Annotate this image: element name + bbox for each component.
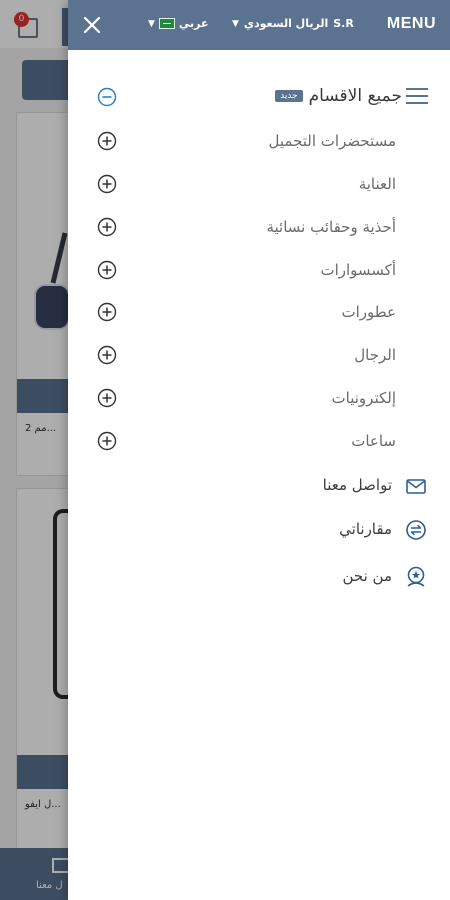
category-label[interactable]: عطورات [341,303,396,321]
expand-plus-icon[interactable] [97,174,117,194]
link-label[interactable]: مقارناتي [339,520,392,538]
all-categories-toggle[interactable]: جميع الاقسام جديد [68,82,450,112]
compare-icon [406,520,426,540]
about-us-link[interactable]: من نحن [68,561,450,591]
category-label[interactable]: أكسسوارات [320,261,396,279]
all-categories-title: جميع الاقسام جديد [275,86,402,106]
category-label[interactable]: العناية [359,175,396,193]
new-badge: جديد [275,90,303,102]
side-drawer: عربي ▼ S.R الريال السعودي ▼ MENU جميع ال… [68,0,450,900]
hamburger-icon [406,88,428,106]
expand-plus-icon[interactable] [97,302,117,322]
chevron-down-icon: ▼ [232,18,239,29]
category-label[interactable]: أحذية وحقائب نسائية [266,218,396,236]
expand-plus-icon[interactable] [97,131,117,151]
language-label: عربي [178,17,209,30]
saudi-flag-icon [158,18,175,29]
compare-link[interactable]: مقارناتي [68,514,450,544]
link-label[interactable]: تواصل معنا [323,476,392,494]
envelope-icon [406,479,426,494]
expand-plus-icon[interactable] [97,345,117,365]
collapse-minus-icon[interactable] [97,87,117,107]
all-categories-label: جميع الاقسام [308,86,402,106]
language-selector[interactable]: عربي ▼ [148,17,209,30]
drawer-header: عربي ▼ S.R الريال السعودي ▼ MENU [68,0,450,50]
currency-name: الريال السعودي [243,17,329,30]
link-label[interactable]: من نحن [343,567,393,585]
category-item[interactable]: أحذية وحقائب نسائية [68,212,450,242]
category-item[interactable]: ساعات [68,426,450,456]
category-item[interactable]: إلكترونيات [68,383,450,413]
expand-plus-icon[interactable] [97,260,117,280]
close-icon[interactable] [80,13,104,37]
category-label[interactable]: إلكترونيات [332,389,396,407]
expand-plus-icon[interactable] [97,431,117,451]
chevron-down-icon: ▼ [148,18,155,29]
currency-symbol: S.R [333,17,354,30]
category-item[interactable]: عطورات [68,297,450,327]
category-item[interactable]: العناية [68,169,450,199]
category-label[interactable]: مستحضرات التجميل [269,132,396,150]
expand-plus-icon[interactable] [97,217,117,237]
category-label[interactable]: الرجال [354,346,396,364]
contact-us-link[interactable]: تواصل معنا [68,470,450,500]
category-item[interactable]: الرجال [68,340,450,370]
currency-selector[interactable]: S.R الريال السعودي ▼ [232,17,354,30]
menu-title: MENU [386,15,436,32]
category-label[interactable]: ساعات [351,432,396,450]
expand-plus-icon[interactable] [97,388,117,408]
about-badge-icon [407,566,425,587]
category-item[interactable]: مستحضرات التجميل [68,126,450,156]
category-item[interactable]: أكسسوارات [68,255,450,285]
